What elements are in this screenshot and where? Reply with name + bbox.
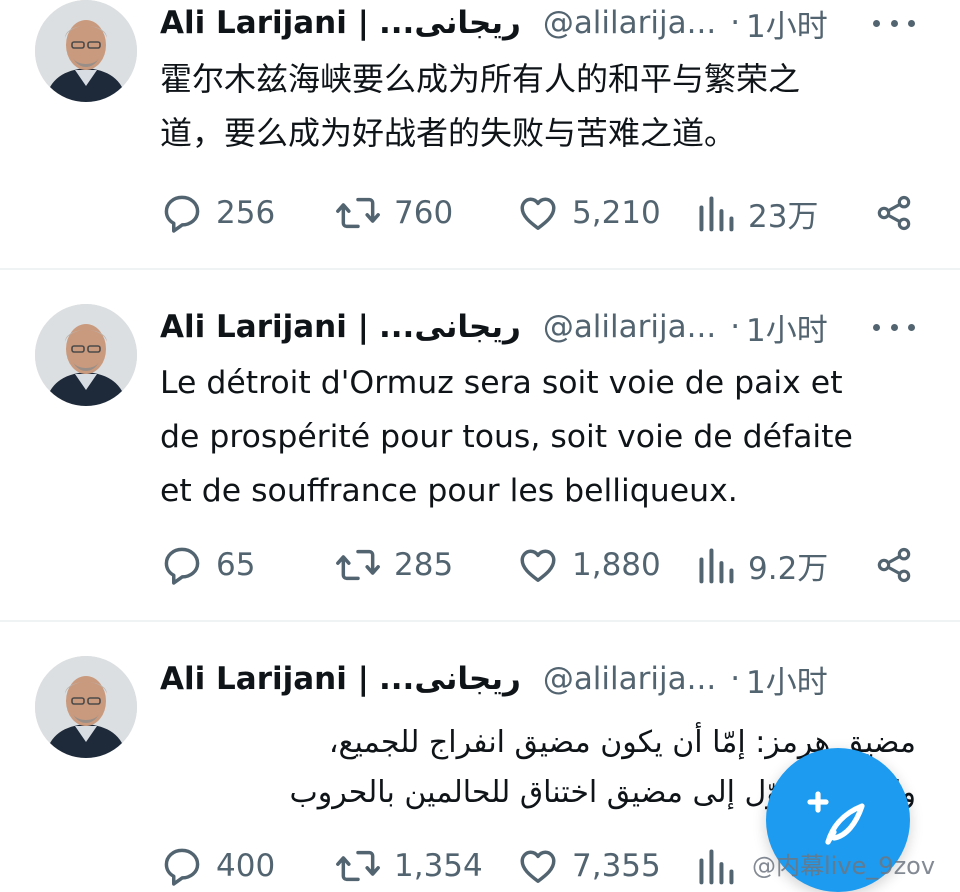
more-icon[interactable] bbox=[873, 316, 915, 338]
tweet[interactable]: Ali Larijani | ...ريجانى @alilarija... ·… bbox=[0, 304, 960, 614]
separator-dot: · bbox=[730, 309, 741, 345]
avatar-image bbox=[35, 304, 137, 406]
reply-count: 65 bbox=[216, 547, 256, 583]
separator-dot: · bbox=[730, 5, 741, 41]
avatar-image bbox=[35, 0, 137, 102]
tweet-text: Le détroit d'Ormuz sera soit voie de pai… bbox=[160, 365, 853, 509]
like-count: 5,210 bbox=[572, 195, 661, 231]
like-icon bbox=[520, 197, 556, 230]
action-bar: 256 760 5,210 23万 bbox=[160, 188, 920, 238]
author-name-rtl[interactable]: ...ريجانى bbox=[379, 5, 521, 41]
tweet-header: Ali Larijani | ...ريجانى @alilarija... ·… bbox=[160, 656, 920, 702]
avatar[interactable] bbox=[35, 0, 137, 102]
reply-icon bbox=[164, 848, 200, 886]
separator-dot: · bbox=[730, 661, 741, 697]
views-button[interactable] bbox=[696, 841, 748, 891]
avatar[interactable] bbox=[35, 304, 137, 406]
repost-button[interactable]: 1,354 bbox=[334, 841, 483, 891]
like-count: 1,880 bbox=[572, 547, 661, 583]
repost-button[interactable]: 760 bbox=[334, 188, 453, 238]
share-button[interactable] bbox=[874, 545, 914, 589]
compose-icon bbox=[807, 791, 865, 845]
share-button[interactable] bbox=[874, 193, 914, 237]
like-button[interactable]: 5,210 bbox=[516, 188, 661, 238]
reply-icon bbox=[164, 547, 200, 585]
author-name-rtl[interactable]: ...ريجانى bbox=[379, 309, 521, 345]
action-bar: 65 285 1,880 9.2万 bbox=[160, 540, 920, 590]
views-button[interactable]: 9.2万 bbox=[696, 540, 828, 590]
tweet-header: Ali Larijani | ...ريجانى @alilarija... ·… bbox=[160, 304, 920, 350]
tweet-text: 霍尔木兹海峡要么成为所有人的和平与繁荣之 道，要么成为好战者的失败与苦难之道。 bbox=[160, 60, 801, 152]
views-icon bbox=[699, 849, 734, 885]
author-handle[interactable]: @alilarija... bbox=[543, 661, 716, 697]
reply-button[interactable]: 256 bbox=[160, 188, 275, 238]
tweet-divider bbox=[0, 268, 960, 270]
repost-icon bbox=[336, 549, 380, 581]
share-icon bbox=[877, 547, 911, 583]
views-icon bbox=[699, 196, 734, 232]
reply-count: 400 bbox=[216, 848, 276, 884]
avatar-image bbox=[35, 656, 137, 758]
like-button[interactable]: 7,355 bbox=[516, 841, 661, 891]
tweet[interactable]: Ali Larijani | ...ريجانى @alilarija... ·… bbox=[0, 0, 960, 268]
timestamp[interactable]: 1小时 bbox=[746, 1, 828, 46]
avatar[interactable] bbox=[35, 656, 137, 758]
tweet-header: Ali Larijani | ...ريجانى @alilarija... ·… bbox=[160, 0, 920, 46]
author-handle[interactable]: @alilarija... bbox=[543, 309, 716, 345]
reply-button[interactable]: 65 bbox=[160, 540, 255, 590]
views-count: 23万 bbox=[748, 198, 819, 235]
like-icon bbox=[520, 850, 556, 883]
author-name[interactable]: Ali Larijani | bbox=[160, 309, 369, 345]
views-icon bbox=[699, 548, 734, 584]
reply-icon bbox=[164, 195, 200, 233]
reply-count: 256 bbox=[216, 195, 276, 231]
repost-count: 285 bbox=[394, 547, 454, 583]
like-icon bbox=[520, 549, 556, 582]
tweet-divider bbox=[0, 620, 960, 622]
repost-icon bbox=[336, 197, 380, 229]
repost-count: 760 bbox=[394, 195, 454, 231]
views-button[interactable]: 23万 bbox=[696, 188, 818, 238]
like-button[interactable]: 1,880 bbox=[516, 540, 661, 590]
share-icon bbox=[877, 195, 911, 231]
repost-count: 1,354 bbox=[394, 848, 483, 884]
more-icon[interactable] bbox=[873, 12, 915, 34]
repost-icon bbox=[336, 850, 380, 882]
timestamp[interactable]: 1小时 bbox=[746, 305, 828, 350]
timestamp[interactable]: 1小时 bbox=[746, 657, 828, 702]
author-handle[interactable]: @alilarija... bbox=[543, 5, 716, 41]
author-name[interactable]: Ali Larijani | bbox=[160, 5, 369, 41]
like-count: 7,355 bbox=[572, 848, 661, 884]
reply-button[interactable]: 400 bbox=[160, 841, 275, 891]
watermark: @内幕live_9zov bbox=[752, 852, 936, 880]
author-name[interactable]: Ali Larijani | bbox=[160, 661, 369, 697]
views-count: 9.2万 bbox=[748, 550, 829, 587]
repost-button[interactable]: 285 bbox=[334, 540, 453, 590]
author-name-rtl[interactable]: ...ريجانى bbox=[379, 661, 521, 697]
